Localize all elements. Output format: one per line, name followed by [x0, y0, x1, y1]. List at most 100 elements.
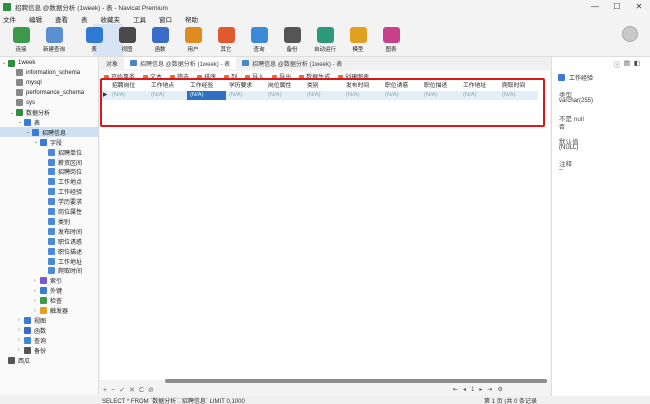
minimize-button[interactable]: —	[584, 0, 606, 13]
table-icon	[130, 60, 138, 66]
tree-node[interactable]: 招聘单位	[42, 147, 82, 157]
tree-node-label: 西瓜	[18, 358, 31, 365]
view-icon	[24, 316, 31, 324]
tree-node[interactable]: ⌄ 表	[18, 117, 40, 127]
toolbar-label: 连接	[15, 47, 27, 53]
ddl-icon[interactable]: ▤	[622, 59, 632, 69]
menu-table[interactable]: 表	[81, 14, 88, 24]
toolbar-new-query-button[interactable]: 新建查询	[39, 24, 69, 53]
chevron-right-icon[interactable]: ›	[34, 298, 38, 304]
toolbar-connection-button[interactable]: 连接	[6, 24, 36, 53]
apply-button[interactable]: ✓	[119, 386, 125, 394]
tree-node[interactable]: › 索引	[34, 276, 62, 286]
chart-icon	[382, 27, 400, 43]
tree-node-label: 外键	[50, 289, 63, 296]
tab-table-active[interactable]: 招聘信息 @数据分析 (1week) - 表	[124, 57, 237, 69]
tree-node[interactable]: 岗位属性	[42, 207, 82, 217]
tree-node[interactable]: ⌄ 数据分析	[10, 108, 50, 118]
tree-node[interactable]: sys	[10, 98, 35, 108]
tree-node[interactable]: ⌄ 招聘信息	[0, 127, 98, 138]
toolbar-backup-button[interactable]: 备份	[277, 24, 307, 53]
chevron-right-icon[interactable]: ›	[18, 337, 22, 343]
menu-favorites[interactable]: 收藏夹	[101, 14, 121, 24]
discard-button[interactable]: ✕	[129, 386, 135, 394]
page-number[interactable]: 1	[471, 387, 474, 393]
close-button[interactable]: ✕	[628, 0, 650, 13]
toolbar-chart-button[interactable]: 图表	[376, 24, 406, 53]
tree-node-label: 招聘岗位	[58, 170, 83, 177]
tree-node[interactable]: 招聘岗位	[42, 167, 82, 177]
field-icon	[48, 267, 55, 275]
menu-tools[interactable]: 工具	[133, 14, 146, 24]
tree-node[interactable]: › 函数	[18, 325, 46, 335]
tree-node[interactable]: › 备份	[18, 345, 46, 355]
preview-icon[interactable]: ◧	[632, 59, 642, 69]
chevron-right-icon[interactable]: ›	[18, 327, 22, 333]
last-page-button[interactable]: ⇥	[487, 386, 492, 393]
first-page-button[interactable]: ⇤	[453, 386, 458, 393]
tree-node[interactable]: mysql	[10, 78, 42, 88]
chevron-down-icon[interactable]: ⌄	[34, 139, 38, 145]
tree-node[interactable]: ⌄ 1week	[2, 58, 35, 68]
tree-node[interactable]: 工作经验	[42, 187, 82, 197]
chevron-down-icon[interactable]: ⌄	[10, 110, 14, 116]
chevron-right-icon[interactable]: ›	[34, 288, 38, 294]
settings-icon[interactable]: ⚙	[497, 386, 502, 393]
tree-node[interactable]: performance_schema	[10, 88, 84, 98]
chevron-down-icon[interactable]: ⌄	[2, 60, 6, 66]
tree-node[interactable]: information_schema	[10, 68, 80, 78]
chevron-down-icon[interactable]: ⌄	[18, 119, 22, 125]
toolbar-function-button[interactable]: 函数	[145, 24, 175, 53]
user-avatar[interactable]	[622, 26, 638, 42]
toolbar-automation-button[interactable]: 自动运行	[310, 24, 340, 53]
field-icon	[48, 148, 55, 156]
chevron-right-icon[interactable]: ›	[18, 347, 22, 353]
menu-file[interactable]: 文件	[3, 14, 16, 24]
chevron-right-icon[interactable]: ›	[34, 308, 38, 314]
next-page-button[interactable]: ▸	[479, 386, 482, 393]
info-icon[interactable]: ⓘ	[612, 59, 622, 69]
add-record-button[interactable]: +	[103, 387, 107, 394]
tree-node[interactable]: ⌄ 字段	[34, 137, 62, 147]
tree-node[interactable]: 职位诱惑	[42, 236, 82, 246]
toolbar-query-button[interactable]: 查询	[244, 24, 274, 53]
tree-node-label: 触发器	[50, 309, 69, 315]
tab-objects[interactable]: 对象	[100, 57, 124, 69]
tree-node[interactable]: 薪资区间	[42, 157, 82, 167]
chevron-right-icon[interactable]: ›	[34, 278, 38, 284]
field-properties-panel: ⓘ ▤ ◧ 工作经验 类型 varchar(255) 不是 null 否 默认值…	[551, 57, 650, 396]
tree-node[interactable]: 学历要求	[42, 197, 82, 207]
tree-node[interactable]: 类别	[42, 216, 70, 226]
tree-node[interactable]: › 触发器	[34, 306, 68, 316]
tree-node[interactable]: › 查询	[18, 335, 46, 345]
field-icon	[48, 227, 55, 235]
tree-node[interactable]: 发布时间	[42, 226, 82, 236]
tree-node[interactable]: 职位描述	[42, 246, 82, 256]
toolbar-user-button[interactable]: 用户	[178, 24, 208, 53]
menu-view[interactable]: 查看	[55, 14, 68, 24]
tree-node[interactable]: 工作地点	[42, 177, 82, 187]
tree-node[interactable]: › 检查	[34, 296, 62, 306]
tab-table-2[interactable]: 招聘信息 @数据分析 (1week) - 表	[236, 57, 348, 69]
refresh-button[interactable]: C	[139, 387, 144, 394]
delete-record-button[interactable]: −	[111, 387, 115, 394]
tree-node[interactable]: › 视图	[18, 315, 46, 325]
tree-node[interactable]: 工作地址	[42, 256, 82, 266]
tree-node[interactable]: 爬取时间	[42, 266, 82, 276]
horizontal-scrollbar[interactable]	[165, 379, 547, 383]
chevron-down-icon[interactable]: ⌄	[26, 129, 30, 135]
menu-edit[interactable]: 编辑	[29, 14, 42, 24]
maximize-button[interactable]: ☐	[606, 0, 628, 13]
toolbar-model-button[interactable]: 模型	[343, 24, 373, 53]
chevron-right-icon[interactable]: ›	[18, 317, 22, 323]
toolbar-label: 模型	[352, 47, 364, 53]
stop-button[interactable]: ⊘	[148, 386, 154, 394]
tree-node[interactable]: › 外键	[34, 286, 62, 296]
menu-help[interactable]: 帮助	[185, 14, 198, 24]
toolbar-view-button[interactable]: 视图	[112, 24, 142, 53]
toolbar-other-button[interactable]: 其它	[211, 24, 241, 53]
tree-node[interactable]: 西瓜	[2, 355, 30, 365]
menu-window[interactable]: 窗口	[159, 14, 172, 24]
prev-page-button[interactable]: ◂	[463, 386, 466, 393]
toolbar-table-button[interactable]: 表	[79, 24, 109, 53]
